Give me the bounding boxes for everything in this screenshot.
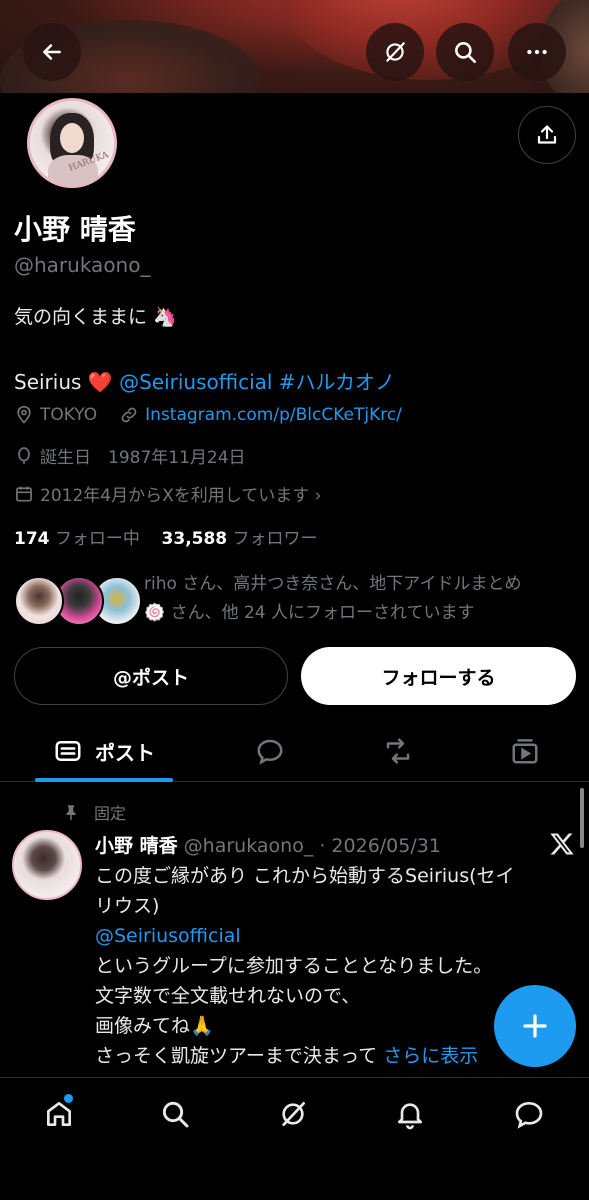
notification-dot [64, 1094, 73, 1103]
profile-meta-location-website: TOKYO Instagram.com/p/BlcCKeTjKrc/ [14, 405, 402, 425]
tab-posts[interactable]: ポスト [35, 720, 173, 782]
grok-icon [386, 42, 405, 62]
profile-meta-birthday: 誕生日 1987年11月24日 [14, 443, 246, 468]
post-author-avatar[interactable] [12, 830, 82, 900]
more-button[interactable] [508, 23, 566, 81]
followed-by[interactable]: riho さん、高井つき奈さん、地下アイドルまとめ 🍥 さん、他 24 人にフォ… [14, 570, 584, 630]
compose-button[interactable] [494, 985, 576, 1067]
nav-search[interactable] [155, 1094, 195, 1134]
post-text-line: さっそく凱旋ツアーまで決まって [95, 1045, 384, 1067]
scrollbar[interactable] [580, 788, 584, 848]
media-icon [512, 739, 538, 764]
grok-icon [282, 1102, 305, 1126]
followers-label: フォロワー [232, 529, 318, 549]
follow-button[interactable]: フォローする [301, 647, 576, 705]
tab-replies[interactable] [250, 720, 290, 782]
post-text-line: この度ご縁があり これから始動するSeirius(セイ [95, 865, 515, 887]
bottom-nav [0, 1077, 589, 1200]
show-more-link[interactable]: さらに表示 [383, 1045, 478, 1067]
back-button[interactable] [23, 23, 81, 81]
tab-reposts[interactable] [378, 720, 418, 782]
followed-by-line1: riho さん、高井つき奈さん、地下アイドルまとめ [144, 574, 522, 594]
more-horizontal-icon [527, 49, 547, 55]
post-author-name[interactable]: 小野 晴香 [95, 835, 178, 857]
post-header: 小野 晴香 @harukaono_ · 2026/05/31 [95, 831, 441, 858]
x-logo-icon [550, 833, 574, 855]
post-author-meta: @harukaono_ · 2026/05/31 [183, 835, 441, 857]
profile-location: TOKYO [40, 405, 98, 425]
repost-icon [386, 738, 410, 764]
following-label: フォロー中 [54, 529, 140, 549]
reply-icon [257, 739, 283, 765]
search-button[interactable] [436, 23, 494, 81]
bio-mention-link[interactable]: @Seiriusofficial [119, 370, 272, 394]
following-count: 174 [14, 529, 50, 549]
followed-by-line2: 🍥 さん、他 24 人にフォローされています [144, 603, 475, 623]
pin-icon [66, 805, 76, 821]
nav-notifications[interactable] [390, 1094, 430, 1134]
share-button[interactable] [518, 106, 576, 164]
followers-count: 33,588 [161, 529, 228, 549]
post-text-line: というグループに参加することとなりました。 [95, 955, 493, 977]
followers-link[interactable]: 33,588 フォロワー [162, 529, 318, 549]
profile-bio-line2: Seirius ❤️ @Seiriusofficial #ハルカオノ [14, 366, 395, 395]
profile-birthday: 誕生日 1987年11月24日 [40, 448, 246, 468]
link-icon [121, 407, 137, 423]
post-text-line-last: さっそく凱旋ツアーまで決まって さらに表示 [95, 1041, 565, 1071]
profile-avatar[interactable]: HARUKA [24, 95, 120, 191]
followed-by-text: riho さん、高井つき奈さん、地下アイドルまとめ 🍥 さん、他 24 人にフォ… [144, 570, 521, 628]
post-text-line: リウス) [95, 895, 160, 917]
bell-icon [398, 1103, 422, 1130]
home-icon [47, 1102, 71, 1126]
nav-messages[interactable] [509, 1094, 549, 1134]
profile-joined: 2012年4月からXを利用しています › [40, 486, 322, 506]
following-link[interactable]: 174 フォロー中 [14, 529, 140, 549]
profile-bio: 気の向くままに 🦄 [14, 306, 177, 328]
search-icon [162, 1101, 189, 1128]
profile-meta-joined[interactable]: 2012年4月からXを利用しています › [14, 481, 321, 506]
plus-icon [523, 1014, 547, 1038]
post-body[interactable]: この度ご縁があり これから始動するSeirius(セイ リウス) @Seiriu… [95, 861, 565, 1071]
profile-website-link[interactable]: Instagram.com/p/BlcCKeTjKrc/ [145, 405, 402, 425]
tab-posts-label: ポスト [95, 740, 155, 765]
tab-active-indicator [35, 778, 173, 782]
post-text-line: 文字数で全文載せれないので、 [95, 985, 361, 1007]
post-mention-link[interactable]: @Seiriusofficial [95, 921, 565, 951]
tab-media[interactable] [505, 720, 545, 782]
profile-name: 小野 晴香 [14, 213, 136, 246]
mention-post-button[interactable]: @ポスト [14, 647, 288, 705]
pinned-label: 固定 [94, 804, 127, 823]
calendar-icon [16, 486, 32, 501]
bio-text: Seirius ❤️ [14, 370, 120, 394]
avatar-image [27, 98, 117, 188]
share-icon [537, 125, 557, 144]
profile-tabs: ポスト [0, 720, 589, 782]
arrow-left-icon [43, 44, 61, 60]
follow-counts: 174 フォロー中 33,588 フォロワー [14, 524, 318, 549]
location-icon [17, 405, 31, 424]
avatar-face [60, 123, 84, 153]
follower-avatar [14, 576, 64, 626]
bio-hashtag-link[interactable]: #ハルカオノ [279, 370, 395, 394]
nav-home[interactable] [39, 1094, 79, 1134]
profile-banner[interactable] [0, 0, 589, 93]
pinned-indicator: 固定 [62, 800, 126, 824]
posts-tab-icon [55, 741, 81, 761]
search-icon [455, 42, 477, 64]
balloon-icon [18, 446, 30, 464]
profile-handle: @harukaono_ [14, 253, 151, 277]
message-icon [515, 1101, 543, 1129]
nav-grok[interactable] [273, 1094, 313, 1134]
grok-button[interactable] [366, 23, 424, 81]
